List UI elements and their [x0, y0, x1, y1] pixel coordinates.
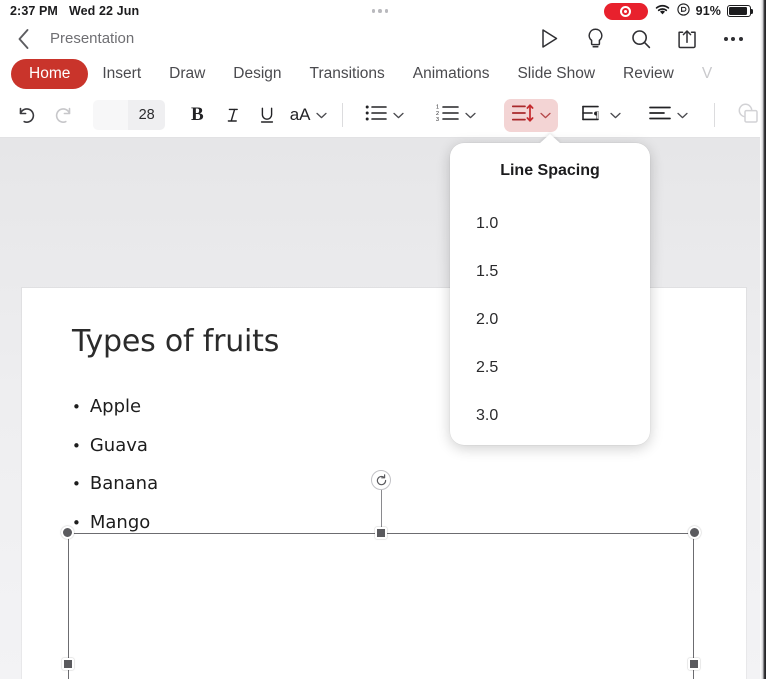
ellipsis-icon[interactable]: [722, 27, 744, 51]
numbered-list-button[interactable]: 1 2 3: [436, 104, 476, 127]
underline-button[interactable]: [252, 104, 283, 126]
svg-text:2: 2: [436, 110, 439, 116]
resize-handle-top-right[interactable]: [688, 526, 701, 539]
toolbar-divider: [342, 103, 344, 127]
tab-insert[interactable]: Insert: [88, 59, 155, 89]
line-spacing-button[interactable]: [504, 98, 559, 132]
tab-slide-show[interactable]: Slide Show: [503, 59, 609, 89]
status-date: Wed 22 Jun: [68, 4, 140, 18]
text-direction-button[interactable]: ¶: [582, 104, 621, 127]
list-item-label: Mango: [89, 511, 151, 533]
line-spacing-option-2-5[interactable]: 2.5: [450, 344, 650, 392]
share-icon[interactable]: [676, 27, 698, 51]
chevron-down-icon: [610, 106, 621, 124]
resize-handle-right-middle[interactable]: [688, 657, 700, 670]
tab-review[interactable]: Review: [609, 59, 688, 89]
resize-handle-left-middle[interactable]: [62, 657, 74, 670]
resize-handle-top-left[interactable]: [61, 526, 74, 539]
battery-percent: 91%: [695, 4, 721, 18]
shapes-icon: [736, 102, 760, 129]
powerpoint-ipad-app: 2:37 PM Wed 22 Jun 91% Presentation Home…: [0, 0, 766, 679]
play-triangle-icon[interactable]: [538, 27, 560, 51]
screen-recording-indicator-icon[interactable]: [603, 2, 648, 20]
toolbar-divider-2: [714, 103, 715, 127]
text-alignment-button[interactable]: [649, 105, 688, 126]
slide-bullet-list[interactable]: • Apple • Guava • Banana • Mango: [72, 396, 158, 550]
text-direction-icon: ¶: [582, 104, 604, 127]
tab-view[interactable]: V: [688, 59, 712, 89]
handoff-dots-icon: [371, 9, 389, 13]
nav-actions: [538, 27, 750, 51]
slide-title[interactable]: Types of fruits: [72, 324, 279, 359]
orientation-lock-icon: [677, 3, 690, 19]
chevron-down-icon: [465, 106, 476, 124]
resize-handle-top-middle[interactable]: [375, 527, 387, 539]
list-item[interactable]: • Apple: [72, 396, 158, 435]
font-size-stepper[interactable]: 28: [93, 100, 166, 130]
bullet-point-icon: •: [72, 475, 81, 493]
lightbulb-icon[interactable]: [584, 27, 606, 51]
line-spacing-icon: [512, 103, 534, 127]
svg-text:1: 1: [436, 104, 439, 110]
font-format-button[interactable]: aA: [287, 105, 331, 125]
font-format-label: aA: [289, 105, 311, 124]
text-placeholder-selection[interactable]: [61, 470, 701, 679]
font-size-value[interactable]: 28: [128, 100, 166, 130]
format-toolbar: 28 B aA 1 2 3 ¶: [0, 93, 760, 138]
tab-transitions[interactable]: Transitions: [296, 59, 399, 89]
chevron-down-icon: [316, 106, 328, 124]
bullet-point-icon: •: [72, 436, 81, 455]
tab-home[interactable]: Home: [11, 59, 89, 89]
line-spacing-option-1-0[interactable]: 1.0: [450, 200, 650, 248]
status-time: 2:37 PM: [10, 4, 58, 18]
chevron-down-icon: [393, 106, 404, 124]
text-alignment-icon: [649, 105, 672, 126]
undo-icon[interactable]: [14, 104, 38, 126]
wifi-icon: [654, 3, 671, 19]
line-spacing-option-1-5[interactable]: 1.5: [450, 248, 650, 296]
line-spacing-option-3-0[interactable]: 3.0: [450, 392, 650, 440]
chevron-down-icon: [540, 106, 551, 124]
bullet-point-icon: •: [72, 398, 81, 416]
search-icon[interactable]: [630, 27, 652, 51]
document-title[interactable]: Presentation: [50, 30, 134, 47]
back-chevron-icon[interactable]: [12, 27, 34, 51]
svg-text:3: 3: [436, 117, 439, 122]
bullet-point-icon: •: [72, 513, 81, 532]
popover-title: Line Spacing: [500, 162, 600, 179]
rotate-handle-icon[interactable]: [371, 470, 391, 490]
shapes-button: [736, 102, 760, 129]
list-item[interactable]: • Guava: [72, 435, 158, 474]
list-item-label: Guava: [89, 434, 148, 456]
line-spacing-option-2-0[interactable]: 2.0: [450, 296, 650, 344]
bulleted-list-icon: [365, 104, 387, 127]
svg-text:¶: ¶: [594, 109, 599, 121]
tab-animations[interactable]: Animations: [399, 59, 504, 89]
navigation-bar: Presentation: [0, 22, 760, 55]
battery-icon: [727, 5, 754, 17]
line-spacing-options: 1.0 1.5 2.0 2.5 3.0: [450, 180, 650, 440]
status-right-group: 91%: [603, 2, 754, 20]
font-size-decrease-button[interactable]: [93, 100, 129, 130]
tab-draw[interactable]: Draw: [155, 59, 219, 89]
tab-design[interactable]: Design: [219, 59, 295, 89]
numbered-list-icon: 1 2 3: [436, 104, 459, 127]
status-bar: 2:37 PM Wed 22 Jun 91%: [0, 0, 760, 22]
bulleted-list-button[interactable]: [365, 104, 404, 127]
line-spacing-popover: Line Spacing 1.0 1.5 2.0 2.5 3.0: [450, 134, 650, 445]
list-item-label: Banana: [89, 473, 159, 494]
bold-button[interactable]: B: [181, 104, 213, 126]
italic-button[interactable]: [218, 104, 249, 126]
chevron-down-icon: [677, 106, 688, 124]
screen-edge-bezel: [760, 0, 766, 679]
list-item[interactable]: • Banana: [72, 473, 158, 512]
redo-icon: [52, 104, 76, 126]
popover-arrow: [539, 134, 561, 144]
ribbon-tab-bar: Home Insert Draw Design Transitions Anim…: [0, 55, 760, 93]
list-item-label: Apple: [89, 396, 142, 417]
